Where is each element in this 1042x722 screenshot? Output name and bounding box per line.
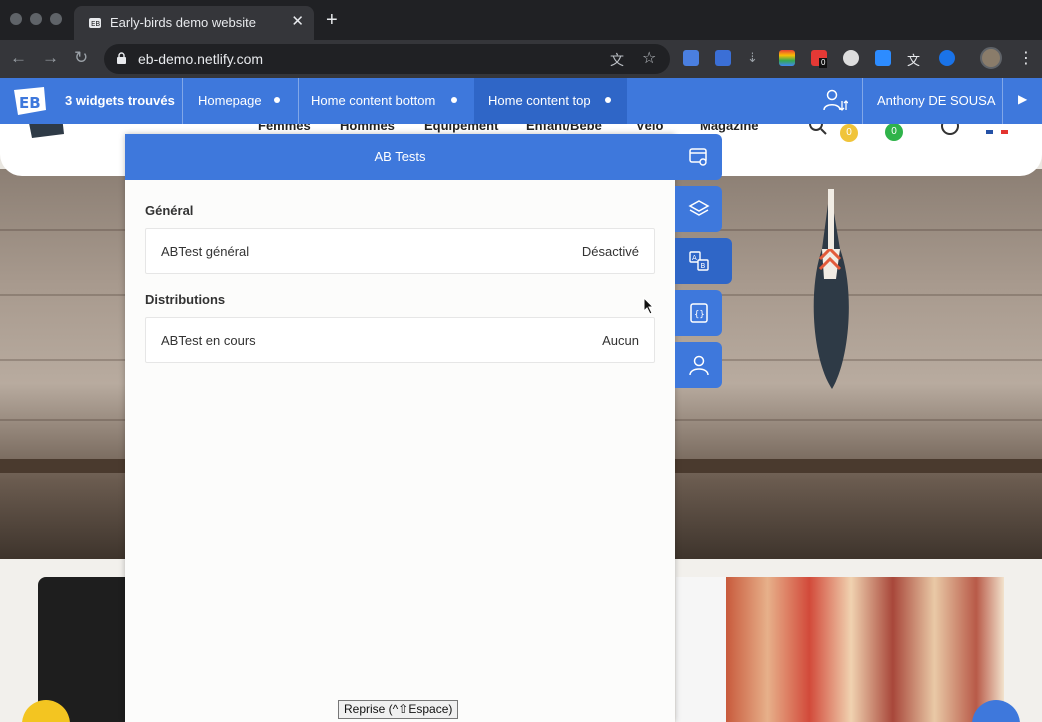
extension-1-icon[interactable] bbox=[683, 50, 699, 66]
widget-tab-dot bbox=[274, 97, 280, 103]
download-icon[interactable]: ⇣ bbox=[747, 50, 763, 66]
extension-badge: 0 bbox=[819, 58, 828, 68]
ab-test-button[interactable]: A B bbox=[675, 238, 732, 284]
cart-badge: 0 bbox=[885, 124, 903, 141]
resume-tooltip: Reprise (^⇧Espace) bbox=[338, 700, 459, 719]
site-favicon-icon: EB bbox=[89, 18, 101, 28]
mouse-cursor-icon bbox=[643, 297, 655, 315]
code-icon: {} bbox=[690, 303, 708, 323]
svg-text:EB: EB bbox=[91, 20, 100, 28]
paddle-image bbox=[813, 189, 849, 389]
content-tile-keyboard[interactable] bbox=[676, 577, 726, 722]
layers-button[interactable] bbox=[675, 186, 722, 232]
svg-text:A: A bbox=[692, 254, 697, 262]
svg-text:EB: EB bbox=[19, 94, 41, 112]
abtest-general-row[interactable]: ABTest général Désactivé bbox=[145, 228, 655, 274]
new-tab-button[interactable]: + bbox=[326, 9, 338, 31]
content-tile-books[interactable] bbox=[726, 577, 1004, 722]
browser-tabstrip: EB Early-birds demo website ✕ + bbox=[0, 0, 1042, 40]
extension-text-icon[interactable]: 文 bbox=[907, 50, 923, 68]
widget-tab-label: Homepage bbox=[198, 93, 262, 108]
ab-tests-panel: AB Tests Général ABTest général Désactiv… bbox=[125, 134, 675, 722]
browser-toolbar: ← → ↻ eb-demo.netlify.com 文 ☆ ⇣ 0 文 ⋮ bbox=[0, 40, 1042, 78]
widget-bar: EB 3 widgets trouvés Homepage Home conte… bbox=[0, 78, 1042, 124]
site-menu-equipement[interactable]: Equipement bbox=[424, 124, 498, 133]
reload-button[interactable]: ↻ bbox=[74, 48, 88, 68]
section-title-general: Général bbox=[145, 203, 194, 218]
wishlist-badge: 0 bbox=[840, 124, 858, 142]
row-value: Désactivé bbox=[581, 244, 639, 259]
zoom-extension-icon[interactable] bbox=[875, 50, 891, 66]
switch-user-icon[interactable] bbox=[822, 88, 848, 114]
window-close-button[interactable] bbox=[10, 13, 22, 25]
svg-text:{}: {} bbox=[694, 310, 705, 320]
url-text[interactable]: eb-demo.netlify.com bbox=[138, 51, 263, 67]
address-bar[interactable]: eb-demo.netlify.com 文 ☆ bbox=[104, 44, 670, 74]
widget-tab-home-content-top[interactable]: Home content top bbox=[474, 78, 627, 124]
window-zoom-button[interactable] bbox=[50, 13, 62, 25]
widget-tab-dot bbox=[605, 97, 611, 103]
layers-icon bbox=[688, 200, 710, 216]
row-value: Aucun bbox=[602, 333, 639, 348]
ab-test-icon: A B bbox=[689, 251, 709, 271]
widget-count: 3 widgets trouvés bbox=[65, 93, 175, 108]
account-icon[interactable] bbox=[940, 124, 960, 136]
bookmark-star-icon[interactable]: ☆ bbox=[642, 48, 656, 68]
site-menu-femmes[interactable]: Femmes bbox=[258, 124, 311, 133]
extension-2-icon[interactable] bbox=[715, 50, 731, 66]
widget-tab-homepage[interactable]: Homepage bbox=[183, 78, 298, 124]
site-menu-enfant[interactable]: Enfant/Bébé bbox=[526, 124, 602, 133]
widget-tab-home-content-bottom[interactable]: Home content bottom bbox=[299, 78, 473, 124]
extension-block-icon[interactable] bbox=[843, 50, 859, 66]
code-button[interactable]: {} bbox=[675, 290, 722, 336]
row-label: ABTest général bbox=[161, 244, 250, 259]
search-icon[interactable] bbox=[808, 124, 828, 136]
section-title-distributions: Distributions bbox=[145, 292, 226, 307]
french-flag-icon[interactable] bbox=[986, 124, 1008, 136]
panel-title: AB Tests bbox=[125, 134, 675, 180]
user-icon bbox=[689, 355, 709, 376]
site-menu-magazine[interactable]: Magazine bbox=[700, 124, 759, 133]
preview-link-button[interactable] bbox=[675, 134, 722, 180]
widget-tab-dot bbox=[451, 97, 457, 103]
extension-rocket-icon[interactable]: 0 bbox=[811, 50, 828, 68]
widget-tab-label: Home content bottom bbox=[311, 93, 436, 108]
widget-tab-label: Home content top bbox=[488, 93, 591, 108]
forward-button[interactable]: → bbox=[42, 48, 59, 68]
early-birds-logo-icon: EB bbox=[14, 87, 46, 115]
site-menu-hommes[interactable]: Hommes bbox=[340, 124, 395, 133]
abtest-en-cours-row[interactable]: ABTest en cours Aucun bbox=[145, 317, 655, 363]
user-name[interactable]: Anthony DE SOUSA bbox=[877, 93, 996, 108]
profile-avatar[interactable] bbox=[980, 47, 1002, 69]
row-label: ABTest en cours bbox=[161, 333, 256, 348]
browser-menu-icon[interactable]: ⋮ bbox=[1018, 48, 1034, 68]
tab-close-icon[interactable]: ✕ bbox=[291, 13, 304, 31]
window-minimize-button[interactable] bbox=[30, 13, 42, 25]
svg-text:B: B bbox=[701, 262, 706, 270]
site-menu-velo[interactable]: Vélo bbox=[636, 124, 663, 133]
preview-link-icon bbox=[689, 148, 707, 166]
expand-arrow-icon[interactable]: ▶ bbox=[1018, 92, 1027, 106]
divider bbox=[1002, 78, 1003, 124]
tab-title: Early-birds demo website bbox=[110, 15, 256, 30]
extension-color-icon[interactable] bbox=[779, 50, 795, 66]
translate-icon[interactable]: 文 bbox=[610, 50, 624, 70]
back-button[interactable]: ← bbox=[10, 48, 27, 68]
lock-icon bbox=[117, 52, 126, 64]
extension-circle-icon[interactable] bbox=[939, 50, 955, 66]
user-button[interactable] bbox=[675, 342, 722, 388]
divider bbox=[862, 78, 863, 124]
browser-tab[interactable]: EB Early-birds demo website ✕ bbox=[74, 6, 314, 40]
